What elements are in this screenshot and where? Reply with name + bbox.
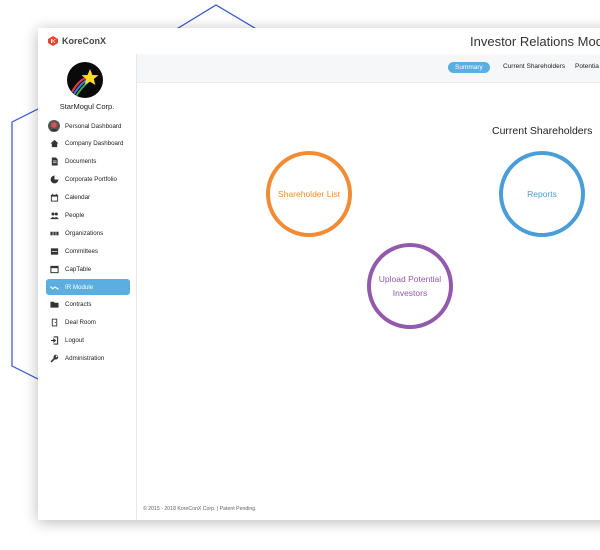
module-title: Investor Relations Module (470, 34, 600, 49)
company-name: StarMogul Corp. (59, 102, 115, 111)
sidebar-item-logout[interactable]: Logout (46, 333, 130, 349)
upload-potential-investors-tile[interactable]: Upload Potential Investors (367, 243, 453, 329)
sidebar-item-label: Company Dashboard (65, 140, 124, 148)
app-window: KoreConX Investor Relations Module StarM… (38, 28, 600, 520)
shareholder-list-tile[interactable]: Shareholder List (266, 151, 352, 237)
document-icon (50, 157, 59, 166)
tab-potential[interactable]: Potentia (575, 63, 599, 70)
home-icon (50, 139, 59, 148)
brand-logo[interactable]: KoreConX (48, 36, 106, 46)
sidebar-item-label: Calendar (65, 194, 91, 202)
sidebar-item-label: Corporate Portfolio (65, 176, 117, 184)
door-icon (50, 318, 59, 327)
tab-current-shareholders[interactable]: Current Shareholders (503, 63, 565, 70)
chart-icon (50, 283, 59, 292)
reports-label: Reports (527, 188, 557, 199)
koreconx-logo-icon (48, 36, 58, 46)
sidebar-item-people[interactable]: People (46, 207, 130, 223)
sidebar-item-administration[interactable]: Administration (46, 351, 130, 367)
sidebar-item-label: People (65, 211, 85, 219)
upload-label-line2: Investors (392, 288, 428, 298)
logout-icon (50, 336, 59, 345)
main-content: Summary Current Shareholders Potentia Cu… (137, 54, 600, 520)
sidebar-item-label: Administration (65, 355, 105, 363)
captable-icon (50, 265, 59, 274)
sidebar-item-label: Logout (65, 337, 84, 345)
sidebar-item-label: CapTable (65, 265, 92, 273)
sidebar-item-contracts[interactable]: Contracts (46, 297, 130, 313)
sidebar-item-label: Deal Room (65, 319, 96, 327)
portfolio-icon (50, 175, 59, 184)
sidebar-item-committees[interactable]: Committees (46, 243, 130, 259)
sidebar-item-deal-room[interactable]: Deal Room (46, 315, 130, 331)
top-bar: KoreConX Investor Relations Module (38, 28, 600, 54)
people-icon (50, 211, 59, 220)
sidebar-item-ir-module[interactable]: IR Module (46, 279, 130, 296)
sidebar-item-company-dashboard[interactable]: Company Dashboard (46, 136, 130, 152)
upload-label-line1: Upload Potential (378, 273, 442, 284)
sidebar-item-label: Personal Dashboard (65, 122, 122, 130)
sidebar-item-label: Documents (65, 158, 97, 166)
brand-name: KoreConX (62, 36, 107, 46)
star-logo-icon (71, 69, 99, 97)
footer-copyright: © 2015 - 2018 KoreConX Corp. | Patent Pe… (143, 506, 257, 512)
committees-icon (50, 247, 59, 256)
sidebar-item-label: Contracts (65, 301, 92, 309)
sidebar-item-organizations[interactable]: Organizations (46, 225, 130, 241)
company-avatar[interactable] (67, 62, 103, 98)
wrench-icon (50, 354, 59, 363)
section-title: Current Shareholders (492, 125, 593, 137)
sidebar-item-personal-dashboard[interactable]: Personal Dashboard (46, 118, 130, 134)
folder-icon (50, 300, 59, 309)
user-avatar-icon (48, 120, 60, 132)
sidebar-item-label: Committees (65, 247, 99, 255)
sidebar-item-calendar[interactable]: Calendar (46, 190, 130, 206)
sidebar: StarMogul Corp. Personal Dashboard Compa… (38, 54, 137, 520)
sidebar-item-label: IR Module (65, 283, 94, 291)
reports-tile[interactable]: Reports (499, 151, 585, 237)
tab-summary[interactable]: Summary (448, 62, 490, 73)
organizations-icon (50, 229, 59, 238)
tab-bar: Summary Current Shareholders Potentia (137, 54, 600, 83)
sidebar-item-label: Organizations (65, 229, 104, 237)
sidebar-item-captable[interactable]: CapTable (46, 261, 130, 277)
shareholder-list-label: Shareholder List (278, 188, 340, 199)
calendar-icon (50, 193, 59, 202)
sidebar-item-documents[interactable]: Documents (46, 154, 130, 170)
upload-potential-investors-label: Upload Potential Investors (379, 272, 441, 301)
sidebar-nav: Personal Dashboard Company Dashboard Doc… (46, 118, 130, 368)
sidebar-item-corporate-portfolio[interactable]: Corporate Portfolio (46, 172, 130, 188)
